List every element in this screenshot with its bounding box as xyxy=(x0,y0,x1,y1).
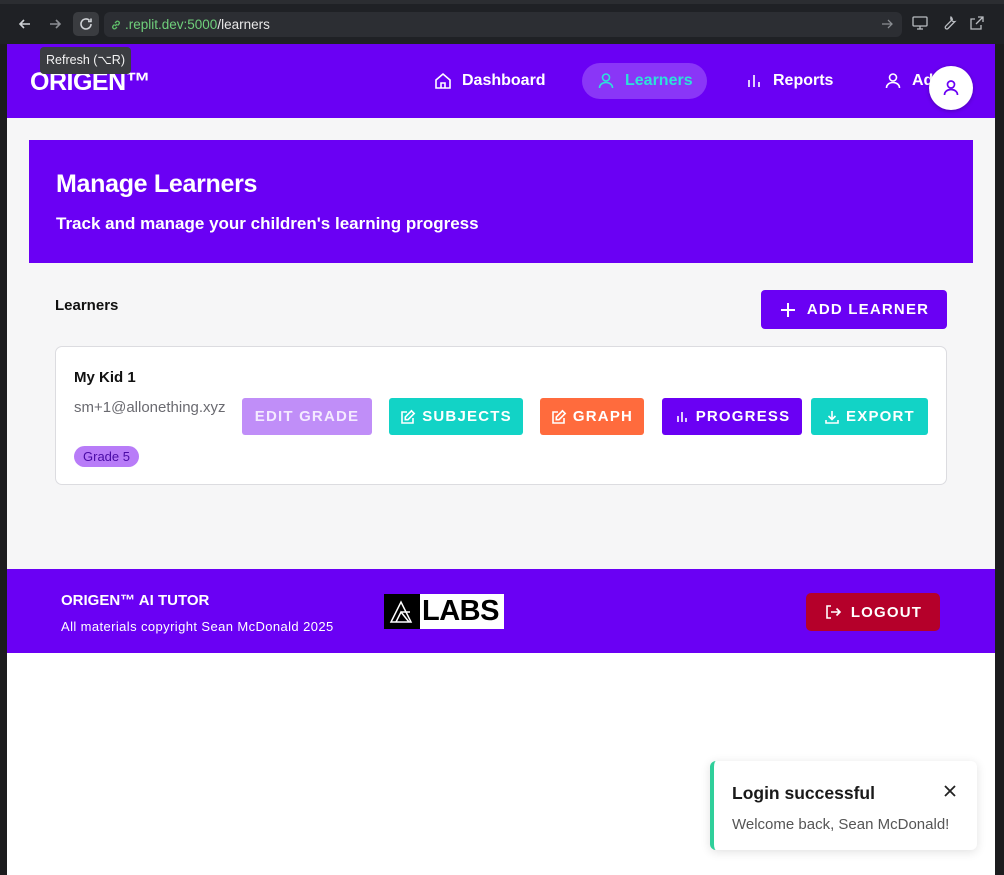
browser-toolbar: .replit.dev:5000/learners xyxy=(0,0,1004,44)
nav-dashboard[interactable]: Dashboard xyxy=(433,63,546,99)
footer-title: ORIGEN™ AI TUTOR xyxy=(61,592,210,609)
download-icon xyxy=(825,410,839,424)
user-icon xyxy=(885,73,901,89)
reload-button[interactable] xyxy=(73,12,99,36)
bar-chart-icon xyxy=(676,411,687,422)
labs-logo: LABS xyxy=(384,594,504,629)
page-title: Manage Learners xyxy=(56,170,258,198)
nav-label: Reports xyxy=(773,72,834,89)
edit-grade-label: EDIT GRADE xyxy=(254,408,360,425)
graph-button[interactable]: GRAPH xyxy=(540,398,644,435)
add-learner-label: ADD LEARNER xyxy=(806,301,930,318)
bar-chart-icon xyxy=(748,75,760,87)
main-content: Manage Learners Track and manage your ch… xyxy=(7,118,995,569)
toast-title: Login successful xyxy=(732,783,875,803)
toast-message: Welcome back, Sean McDonald! xyxy=(732,816,950,833)
export-label: EXPORT xyxy=(846,408,915,425)
learner-card: My Kid 1 sm+1@allonething.xyz Grade 5 ED… xyxy=(55,346,947,485)
add-learner-button[interactable]: ADD LEARNER xyxy=(761,290,947,329)
export-button[interactable]: EXPORT xyxy=(811,398,928,435)
nav-reports[interactable]: Reports xyxy=(744,63,833,99)
wrench-icon[interactable] xyxy=(940,14,958,32)
subjects-button[interactable]: SUBJECTS xyxy=(389,398,523,435)
learners-section-title: Learners xyxy=(55,297,119,314)
account-avatar-button[interactable] xyxy=(929,66,973,110)
app-footer: ORIGEN™ AI TUTOR All materials copyright… xyxy=(7,569,995,653)
user-icon xyxy=(598,73,614,89)
app-page: ORIGEN™ Dashboard Learners Reports Ad Ma… xyxy=(7,44,995,875)
footer-copyright: All materials copyright Sean McDonald 20… xyxy=(61,619,334,634)
nav-learners[interactable]: Learners xyxy=(582,63,707,99)
graph-label: GRAPH xyxy=(572,408,634,425)
arrow-right-icon xyxy=(50,19,62,29)
tab-strip xyxy=(0,0,1004,4)
back-button[interactable] xyxy=(12,12,38,36)
go-arrow-icon[interactable] xyxy=(880,17,894,31)
home-icon xyxy=(435,72,451,89)
nav-admin[interactable]: Ad xyxy=(883,63,933,99)
url-host: .replit.dev:5000 xyxy=(125,17,218,32)
link-icon xyxy=(112,20,120,29)
refresh-tooltip: Refresh (⌥R) xyxy=(40,47,131,74)
labs-mark-icon xyxy=(384,594,420,629)
subjects-label: SUBJECTS xyxy=(422,408,512,425)
url-path: /learners xyxy=(217,17,270,32)
nav-label: Dashboard xyxy=(462,72,546,89)
external-link-icon[interactable] xyxy=(968,14,986,32)
progress-button[interactable]: PROGRESS xyxy=(662,398,802,435)
logout-icon xyxy=(826,605,841,619)
grade-badge: Grade 5 xyxy=(74,446,139,467)
nav-label: Learners xyxy=(625,72,693,89)
edit-grade-button[interactable]: EDIT GRADE xyxy=(242,398,372,435)
logout-button[interactable]: LOGOUT xyxy=(806,593,940,631)
edit-icon xyxy=(401,409,416,424)
monitor-icon[interactable] xyxy=(911,14,929,32)
app-header: ORIGEN™ Dashboard Learners Reports Ad xyxy=(7,44,995,118)
edit-icon xyxy=(552,409,567,424)
refresh-icon xyxy=(80,18,92,30)
logout-label: LOGOUT xyxy=(850,603,923,621)
close-icon[interactable] xyxy=(943,784,957,798)
learner-email: sm+1@allonething.xyz xyxy=(74,399,226,416)
labs-wordmark: LABS xyxy=(422,595,499,627)
forward-button[interactable] xyxy=(42,12,68,36)
login-toast: Login successful Welcome back, Sean McDo… xyxy=(710,761,977,850)
plus-icon xyxy=(780,302,795,317)
page-subtitle: Track and manage your children's learnin… xyxy=(56,214,479,233)
arrow-left-icon xyxy=(18,19,30,29)
user-icon xyxy=(943,80,959,96)
page-banner: Manage Learners Track and manage your ch… xyxy=(29,140,973,263)
learner-name: My Kid 1 xyxy=(74,369,136,386)
progress-label: PROGRESS xyxy=(695,408,791,425)
address-bar[interactable]: .replit.dev:5000/learners xyxy=(104,12,902,37)
